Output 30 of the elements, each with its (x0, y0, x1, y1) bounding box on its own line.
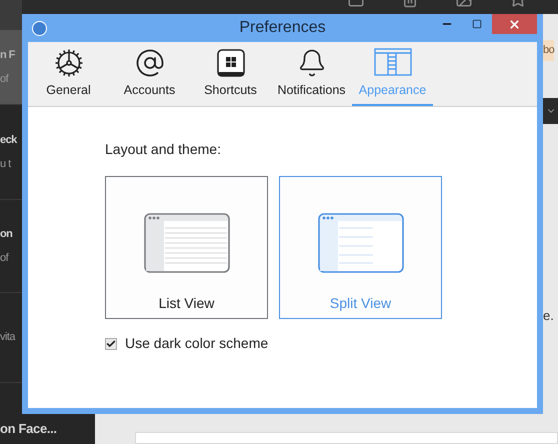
item-title: on (0, 226, 14, 242)
at-sign-icon (134, 48, 164, 78)
dropdown-bar[interactable] (543, 98, 558, 124)
tab[interactable]: Notifications (271, 44, 352, 106)
view-option[interactable]: List View (105, 176, 268, 319)
item-title: on Face... (0, 420, 57, 438)
checkbox[interactable] (105, 338, 117, 350)
layout-icon (374, 48, 412, 76)
sidebar-item[interactable]: n F of (0, 30, 22, 105)
tag-label: bo (543, 40, 554, 60)
checkbox-label: Use dark color scheme (125, 334, 268, 353)
tab[interactable]: General (28, 44, 109, 106)
window-title: Preferences (239, 18, 326, 38)
item-subtitle: u t (0, 157, 12, 172)
sidebar-header (0, 0, 22, 30)
item-subtitle: of (0, 251, 10, 266)
item-title: eck (0, 132, 18, 148)
item-title: n F (0, 48, 16, 62)
maximize-icon (472, 19, 482, 29)
body-text: e. (543, 306, 554, 324)
gear-icon (54, 48, 84, 78)
close-icon (508, 18, 521, 30)
section-label: Layout and theme: (105, 140, 222, 159)
tab[interactable]: Shortcuts (190, 44, 271, 106)
windows-key-icon (216, 48, 246, 78)
item-subtitle: of (0, 72, 10, 87)
close-button[interactable] (492, 14, 537, 34)
tab[interactable]: Accounts (109, 44, 190, 106)
app-icon (32, 21, 47, 36)
item-subtitle: vita (0, 330, 16, 346)
